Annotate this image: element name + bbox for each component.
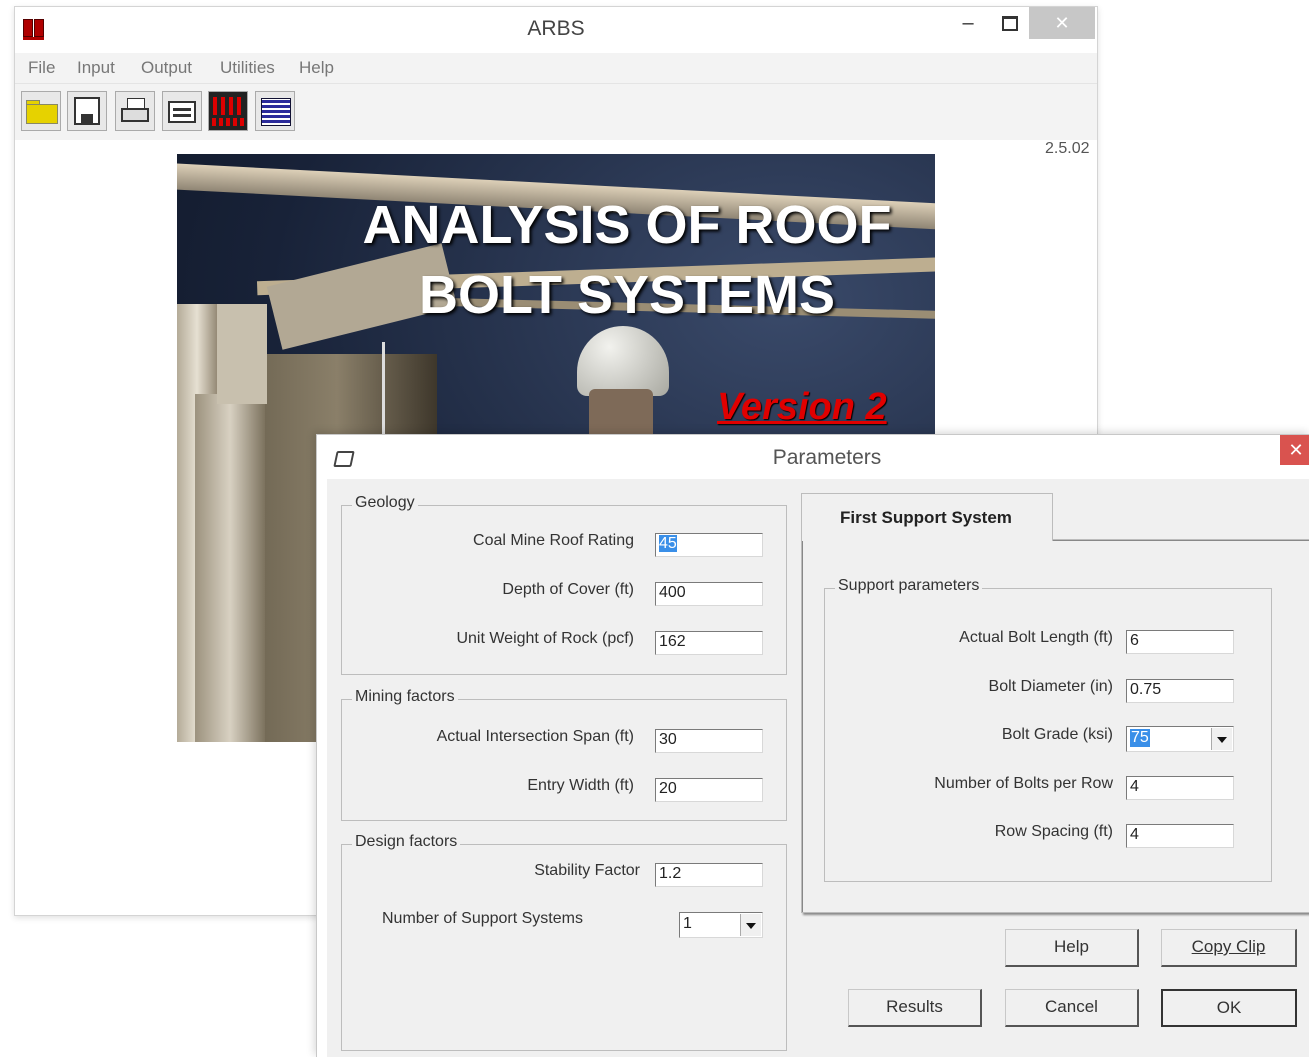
edit-button[interactable] [162,91,202,131]
close-button[interactable]: ✕ [1029,7,1095,39]
depth-of-cover-input[interactable]: 400 [655,582,763,606]
cmrr-input[interactable]: 45 [655,533,763,557]
menu-file[interactable]: File [28,58,55,78]
version-label: 2.5.02 [1045,140,1090,157]
toolbar [15,84,1097,140]
print-icon [121,108,149,122]
cmrr-label: Coal Mine Roof Rating [473,532,634,549]
bolt-pattern-button[interactable] [208,91,248,131]
depth-of-cover-label: Depth of Cover (ft) [502,581,634,598]
copy-clip-button[interactable]: Copy Clip [1161,929,1297,967]
dialog-body: Geology Coal Mine Roof Rating 45 Depth o… [327,479,1309,1057]
design-factors-group-label: Design factors [352,833,461,851]
bolts-per-row-input[interactable]: 4 [1126,776,1234,800]
maximize-button[interactable] [993,7,1027,39]
menu-input[interactable]: Input [77,58,115,78]
ok-button[interactable]: OK [1161,989,1297,1027]
bolt-length-label: Actual Bolt Length (ft) [959,629,1113,646]
bolt-length-input[interactable]: 6 [1126,630,1234,654]
open-button[interactable] [21,91,61,131]
bolt-diameter-input[interactable]: 0.75 [1126,679,1234,703]
entry-width-label: Entry Width (ft) [527,777,634,794]
help-button[interactable]: Help [1005,929,1139,967]
results-button[interactable]: Results [848,989,982,1027]
cancel-button[interactable]: Cancel [1005,989,1139,1027]
unit-weight-input[interactable]: 162 [655,631,763,655]
dialog-title-bar: Parameters ✕ [317,435,1309,479]
open-icon [26,104,58,124]
print-button[interactable] [115,91,155,131]
unit-weight-label: Unit Weight of Rock (pcf) [456,630,634,647]
row-spacing-label: Row Spacing (ft) [994,823,1113,840]
geology-group: Geology Coal Mine Roof Rating 45 Depth o… [341,494,787,675]
dropdown-arrow-icon[interactable] [740,914,761,936]
title-bar: ARBS – ✕ [15,7,1097,53]
save-button[interactable] [67,91,107,131]
tab-first-support-system[interactable]: First Support System [801,493,1053,541]
maximize-icon [1002,16,1018,32]
first-support-system-panel: Support parameters Actual Bolt Length (f… [801,539,1309,913]
entry-width-input[interactable]: 20 [655,778,763,802]
intersection-span-input[interactable]: 30 [655,729,763,753]
parameters-dialog: Parameters ✕ Geology Coal Mine Roof Rati… [316,434,1309,1057]
bolt-grade-label: Bolt Grade (ksi) [1001,726,1113,743]
menu-bar: File Input Output Utilities Help [15,53,1097,84]
menu-help[interactable]: Help [299,58,334,78]
table-button[interactable] [255,91,295,131]
bolt-grade-select[interactable]: 75 [1126,726,1234,752]
bolt-pattern-icon [212,118,244,126]
edit-icon [168,101,196,123]
menu-utilities[interactable]: Utilities [220,58,275,78]
intersection-span-label: Actual Intersection Span (ft) [436,728,634,745]
menu-output[interactable]: Output [141,58,192,78]
dialog-title: Parameters [772,446,882,469]
support-systems-select[interactable]: 1 [679,912,763,938]
miner-helmet [577,326,669,396]
design-factors-group: Design factors Stability Factor 1.2 Numb… [341,833,787,1051]
splash-version-label: Version 2 [717,386,887,428]
minimize-button[interactable]: – [953,7,983,39]
table-icon [261,98,291,126]
support-parameters-group-label: Support parameters [835,577,983,595]
splash-title: ANALYSIS OF ROOF BOLT SYSTEMS [362,195,892,325]
mining-factors-group-label: Mining factors [352,688,458,706]
stability-factor-label: Stability Factor [534,862,640,879]
mining-factors-group: Mining factors Actual Intersection Span … [341,688,787,821]
support-systems-label: Number of Support Systems [382,910,583,927]
dropdown-arrow-icon[interactable] [1211,728,1232,750]
stability-factor-input[interactable]: 1.2 [655,863,763,887]
row-spacing-input[interactable]: 4 [1126,824,1234,848]
window-title: ARBS [527,17,585,40]
geology-group-label: Geology [352,494,418,512]
bolts-per-row-label: Number of Bolts per Row [934,775,1113,792]
dialog-close-button[interactable]: ✕ [1280,435,1309,465]
bolt-diameter-label: Bolt Diameter (in) [988,678,1113,695]
support-parameters-group: Support parameters Actual Bolt Length (f… [824,577,1272,882]
